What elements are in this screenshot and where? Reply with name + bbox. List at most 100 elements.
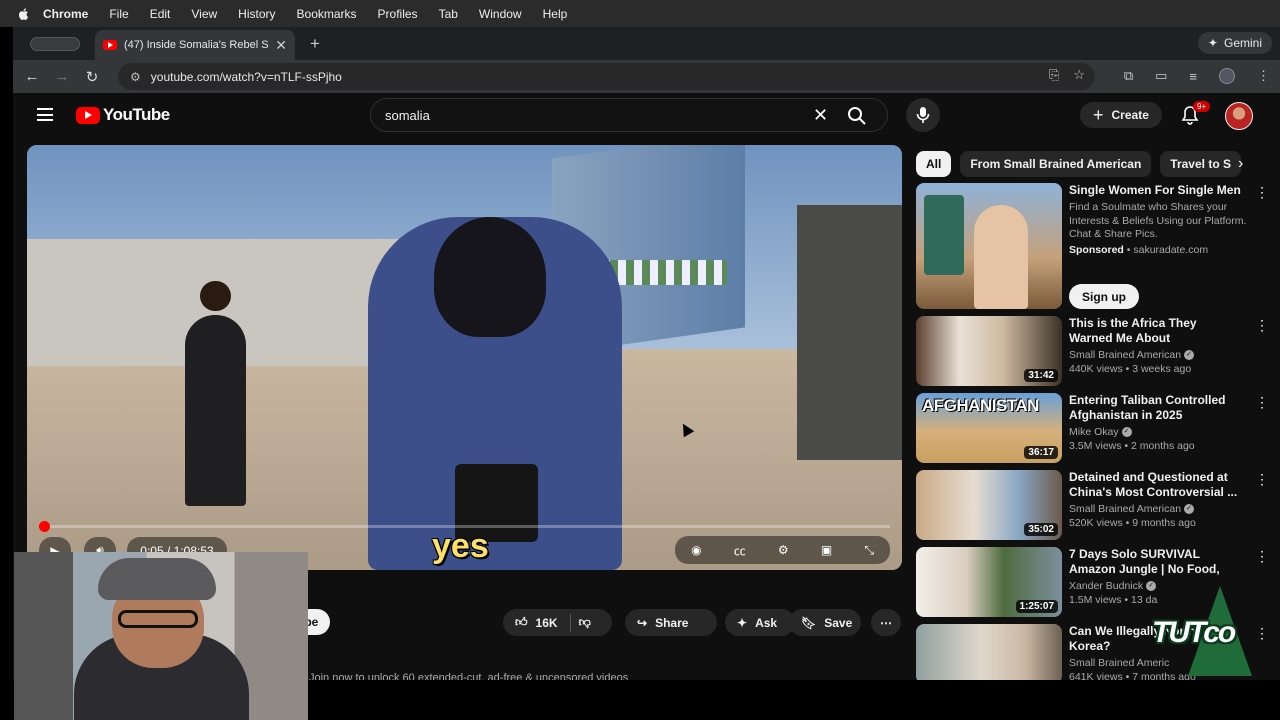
tab-group-pill[interactable] xyxy=(30,36,80,51)
menu-help[interactable]: Help xyxy=(543,7,568,21)
video-channel[interactable]: Mike Okay ✓ xyxy=(1069,426,1239,438)
active-tab[interactable]: (47) Inside Somalia's Rebel S ✕ xyxy=(95,30,295,60)
dislike-thumbs-down-icon[interactable]: 👎︎ xyxy=(579,615,591,630)
ad-title[interactable]: Single Women For Single Men xyxy=(1069,183,1254,198)
video-thumbnail[interactable] xyxy=(916,624,1062,680)
search-icon[interactable] xyxy=(847,106,867,126)
video-title[interactable]: 7 Days Solo SURVIVAL Amazon Jungle | No … xyxy=(1069,547,1239,577)
menu-edit[interactable]: Edit xyxy=(150,7,171,21)
youtube-wordmark: YouTube xyxy=(103,105,170,124)
channel-name: Small Brained American xyxy=(1069,503,1182,515)
address-bar[interactable]: ⚙ youtube.com/watch?v=nTLF-ssPjho ⎘ ☆ xyxy=(118,63,1095,90)
video-title[interactable]: Detained and Questioned at China's Most … xyxy=(1069,470,1239,500)
verified-check-icon: ✓ xyxy=(1121,427,1132,438)
account-avatar[interactable] xyxy=(1225,102,1253,130)
player-controls-right: ◉ ㏄ ⚙ ▣ ⤡ xyxy=(675,536,890,564)
description-snippet[interactable]: w Join now to unlock 60 extended-cut, ad… xyxy=(298,672,628,680)
like-dislike-group: 👍︎ 16K 👎︎ xyxy=(503,609,612,636)
site-settings-icon[interactable]: ⚙ xyxy=(130,70,141,84)
new-tab-icon[interactable]: + xyxy=(310,34,320,54)
video-frame-woman xyxy=(368,217,622,570)
back-arrow-icon[interactable]: ← xyxy=(17,68,47,85)
ask-label: Ask xyxy=(755,615,778,630)
video-channel[interactable]: Small Brained American ✓ xyxy=(1069,349,1239,361)
youtube-logo[interactable]: YouTube xyxy=(76,105,170,125)
menu-history[interactable]: History xyxy=(238,7,275,21)
create-button[interactable]: + Create xyxy=(1080,102,1162,128)
url-text[interactable]: youtube.com/watch?v=nTLF-ssPjho xyxy=(151,70,342,84)
video-thumbnail[interactable]: AFGHANISTAN 36:17 xyxy=(916,393,1062,463)
share-arrow-icon: ↪ xyxy=(637,615,648,630)
video-more-options-icon[interactable]: ⋮ xyxy=(1255,395,1269,409)
ad-signup-button[interactable]: Sign up xyxy=(1069,284,1139,309)
extensions-icon[interactable]: ⧉ xyxy=(1124,68,1133,84)
tab-search-icon[interactable]: ▭ xyxy=(1155,68,1167,84)
menu-view[interactable]: View xyxy=(191,7,217,21)
ask-button[interactable]: ✦ Ask xyxy=(725,609,795,636)
video-meta: 440K views • 3 weeks ago xyxy=(1069,363,1192,375)
video-duration: 36:17 xyxy=(1024,446,1058,459)
menu-bookmarks[interactable]: Bookmarks xyxy=(297,7,357,21)
chrome-menu-icon[interactable]: ⋮ xyxy=(1257,68,1270,84)
media-controls-icon[interactable]: ≡ xyxy=(1189,69,1197,84)
menu-app-name[interactable]: Chrome xyxy=(43,7,88,21)
related-video-card[interactable]: 31:42 This is the Africa They Warned Me … xyxy=(916,316,1269,388)
menu-window[interactable]: Window xyxy=(479,7,522,21)
video-thumbnail[interactable]: 35:02 xyxy=(916,470,1062,540)
chip-all[interactable]: All xyxy=(916,151,952,177)
ask-sparkle-icon: ✦ xyxy=(737,615,748,630)
bookmark-star-icon[interactable]: ☆ xyxy=(1073,67,1085,83)
chips-next-chevron-icon[interactable]: › xyxy=(1238,155,1243,173)
apple-icon[interactable] xyxy=(17,7,31,21)
share-label: Share xyxy=(655,615,689,630)
tab-strip: (47) Inside Somalia's Rebel S ✕ + ✦ Gemi… xyxy=(13,27,1280,60)
video-more-options-icon[interactable]: ⋮ xyxy=(1255,472,1269,486)
more-actions-button[interactable]: ⋯ xyxy=(871,609,901,636)
hamburger-menu-icon[interactable] xyxy=(37,108,53,121)
video-title[interactable]: This is the Africa They Warned Me About xyxy=(1069,316,1239,346)
settings-gear-icon[interactable]: ⚙ xyxy=(778,543,789,557)
video-frame-truck xyxy=(797,204,902,460)
fullscreen-icon[interactable]: ⤡ xyxy=(864,543,874,558)
chip-travel[interactable]: Travel to S xyxy=(1160,151,1241,177)
voice-search-button[interactable] xyxy=(906,98,940,132)
chip-from-channel[interactable]: From Small Brained American xyxy=(960,151,1152,177)
ad-sponsored-line: Sponsored • sakuradate.com xyxy=(1069,243,1209,256)
video-thumbnail[interactable]: 1:25:07 xyxy=(916,547,1062,617)
ad-domain: sakuradate.com xyxy=(1133,243,1209,256)
ad-thumbnail[interactable] xyxy=(916,183,1062,309)
clear-search-icon[interactable]: ✕ xyxy=(813,105,828,126)
video-channel[interactable]: Small Brained American ✓ xyxy=(1069,503,1239,515)
like-thumbs-up-icon[interactable]: 👍︎ xyxy=(515,615,528,630)
video-thumbnail[interactable]: 31:42 xyxy=(916,316,1062,386)
menu-file[interactable]: File xyxy=(109,7,128,21)
profile-avatar-icon[interactable] xyxy=(1219,68,1235,84)
like-count[interactable]: 16K xyxy=(536,616,558,630)
subtitles-cc-icon[interactable]: ㏄ xyxy=(734,542,746,559)
plus-icon: + xyxy=(1093,104,1104,125)
autoplay-toggle-icon[interactable]: ◉ xyxy=(691,543,701,557)
forward-arrow-icon[interactable]: → xyxy=(47,68,77,85)
ad-more-options-icon[interactable]: ⋮ xyxy=(1255,185,1269,199)
verified-check-icon: ✓ xyxy=(1184,504,1195,515)
video-frame-man xyxy=(184,280,246,507)
video-player[interactable]: ▶ 🔊︎ 0:05 / 1:08:53 ◉ ㏄ ⚙ ▣ ⤡ yes xyxy=(27,145,902,570)
menu-profiles[interactable]: Profiles xyxy=(378,7,418,21)
reload-icon[interactable]: ↻ xyxy=(77,68,107,86)
video-more-options-icon[interactable]: ⋮ xyxy=(1255,626,1269,640)
tab-close-icon[interactable]: ✕ xyxy=(275,37,287,54)
save-button[interactable]: 🔖︎ Save xyxy=(789,609,861,636)
verified-check-icon: ✓ xyxy=(1184,350,1195,361)
gemini-button[interactable]: ✦ Gemini xyxy=(1197,32,1272,54)
search-input[interactable] xyxy=(385,105,785,125)
video-more-options-icon[interactable]: ⋮ xyxy=(1255,549,1269,563)
install-app-icon[interactable]: ⎘ xyxy=(1049,67,1059,83)
share-button[interactable]: ↪ Share xyxy=(625,609,717,636)
menu-tab[interactable]: Tab xyxy=(439,7,458,21)
video-title[interactable]: Entering Taliban Controlled Afghanistan … xyxy=(1069,393,1239,423)
related-video-card[interactable]: 35:02 Detained and Questioned at China's… xyxy=(916,470,1269,542)
search-box[interactable]: ✕ xyxy=(370,98,888,132)
miniplayer-icon[interactable]: ▣ xyxy=(821,543,832,557)
related-video-card[interactable]: AFGHANISTAN 36:17 Entering Taliban Contr… xyxy=(916,393,1269,465)
video-more-options-icon[interactable]: ⋮ xyxy=(1255,318,1269,332)
